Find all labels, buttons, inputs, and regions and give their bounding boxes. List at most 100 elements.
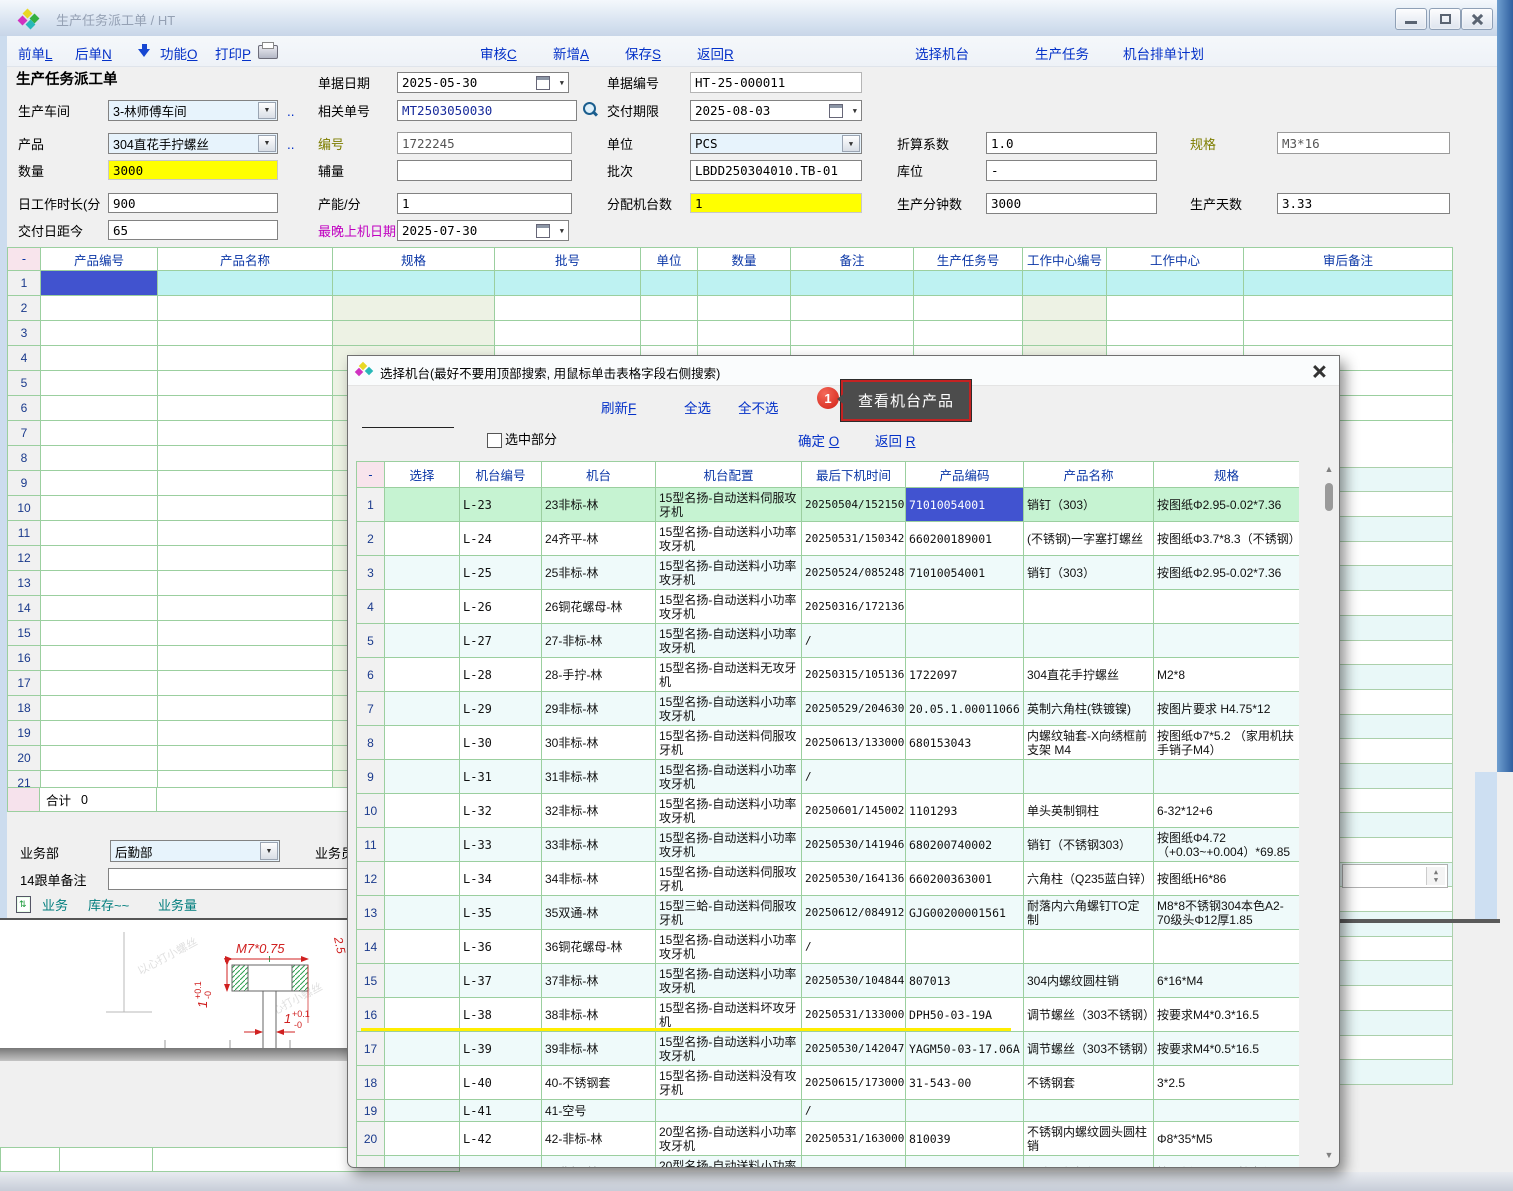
last-off-time[interactable]: 20250524/085248	[802, 556, 906, 590]
product-name[interactable]: 六角柱（Q235蓝白锌）	[1024, 862, 1154, 896]
machine-config[interactable]: 20型名扬-自动送料小功率攻牙机	[656, 1122, 802, 1156]
main-table-header[interactable]: 批号	[495, 248, 641, 271]
main-table-cell[interactable]	[791, 296, 914, 321]
spec[interactable]: 按图纸Φ2.95-0.02*7.36	[1154, 488, 1300, 522]
main-table-cell[interactable]	[641, 296, 698, 321]
main-table-cell[interactable]	[1107, 296, 1244, 321]
row-number[interactable]: 8	[8, 446, 41, 471]
main-table-cell[interactable]	[1023, 271, 1107, 296]
main-table-cell[interactable]	[41, 471, 158, 496]
main-table-header[interactable]: 审后备注	[1244, 248, 1453, 271]
product-code[interactable]: 1722097	[906, 658, 1024, 692]
machine-config[interactable]: 15型名扬-自动送料无攻牙机	[656, 658, 802, 692]
machine-config[interactable]: 15型名扬-自动送料小功率攻牙机	[656, 1032, 802, 1066]
main-table-header[interactable]: 数量	[698, 248, 791, 271]
main-table-cell[interactable]	[158, 496, 333, 521]
main-table-cell[interactable]	[158, 446, 333, 471]
main-table-cell[interactable]	[41, 571, 158, 596]
machine[interactable]: 28-手拧-林	[542, 658, 656, 692]
product-name[interactable]: 英制六角柱(铁镀镍)	[1024, 692, 1154, 726]
machine-table-header[interactable]: 机台	[542, 462, 656, 488]
code-input[interactable]: 1722245	[397, 132, 572, 154]
main-table-cell[interactable]	[698, 296, 791, 321]
product-name[interactable]: 调节螺丝（303不锈钢）	[1024, 1032, 1154, 1066]
machine-no[interactable]: L-26	[460, 590, 542, 624]
row-number[interactable]: 7	[357, 692, 385, 726]
toolbar-item-save[interactable]: 保存S	[625, 43, 661, 63]
main-table-cell[interactable]	[158, 421, 333, 446]
numeric-stepper[interactable]: ▲▼	[1342, 864, 1448, 888]
last-off-time[interactable]: 20250531/163000	[802, 1122, 906, 1156]
row-number[interactable]: 1	[357, 488, 385, 522]
machine-no[interactable]: L-28	[460, 658, 542, 692]
select-cell[interactable]	[385, 488, 460, 522]
qty-input[interactable]: 3000	[108, 160, 278, 180]
select-cell[interactable]	[385, 760, 460, 794]
machines-input[interactable]: 1	[690, 193, 862, 213]
main-table-cell[interactable]	[1244, 296, 1453, 321]
machine-config[interactable]: 15型名扬-自动送料伺服攻牙机	[656, 488, 802, 522]
spec[interactable]	[1154, 760, 1300, 794]
select-cell[interactable]	[385, 692, 460, 726]
machine-config[interactable]: 15型名扬-自动送料小功率攻牙机	[656, 794, 802, 828]
dept-select[interactable]: 后勤部 ▼	[110, 840, 280, 862]
factor-input[interactable]: 1.0	[986, 132, 1157, 154]
machine-no[interactable]: L-37	[460, 964, 542, 998]
select-cell[interactable]	[385, 862, 460, 896]
machine-config[interactable]: 15型名扬-自动送料伺服攻牙机	[656, 862, 802, 896]
product-code[interactable]: 810039	[906, 1122, 1024, 1156]
latest-start-input[interactable]: 2025-07-30 ▼	[397, 220, 569, 241]
select-cell[interactable]	[385, 998, 460, 1032]
select-none-button[interactable]: 全不选	[738, 397, 779, 417]
row-number[interactable]: 20	[357, 1122, 385, 1156]
machine-no[interactable]: L-36	[460, 930, 542, 964]
main-table-cell[interactable]	[158, 471, 333, 496]
machine-no[interactable]: L-25	[460, 556, 542, 590]
product-name[interactable]: (不锈钢)一字塞打螺丝	[1024, 522, 1154, 556]
row-number[interactable]: 7	[8, 421, 41, 446]
machine-no[interactable]: L-39	[460, 1032, 542, 1066]
work-minutes-input[interactable]: 900	[108, 193, 278, 213]
main-table-cell[interactable]	[1244, 321, 1453, 346]
spec[interactable]: 按图片要求 H4.75*12	[1154, 692, 1300, 726]
row-number[interactable]: 19	[357, 1100, 385, 1122]
toolbar-item-print[interactable]: 打印P	[215, 43, 251, 63]
machine[interactable]: 23非标-林	[542, 488, 656, 522]
row-number[interactable]: 8	[357, 726, 385, 760]
row-number[interactable]: 20	[8, 746, 41, 771]
toolbar-item-next-doc[interactable]: 后单N	[75, 43, 112, 63]
last-off-time[interactable]: 20250530/142047	[802, 1032, 906, 1066]
select-cell[interactable]	[385, 522, 460, 556]
select-cell[interactable]	[385, 1156, 460, 1168]
product-code[interactable]: 680152943	[906, 1156, 1024, 1168]
main-table-cell[interactable]	[641, 321, 698, 346]
product-code[interactable]: GJG00200001561	[906, 896, 1024, 930]
toolbar-item-select-machine[interactable]: 选择机台	[915, 43, 969, 63]
spec[interactable]	[1154, 1100, 1300, 1122]
machine-config[interactable]: 15型名扬-自动送料小功率攻牙机	[656, 964, 802, 998]
calendar-icon[interactable]	[536, 224, 550, 238]
main-table-cell[interactable]	[41, 521, 158, 546]
doc-no-input[interactable]: HT-25-000011	[690, 72, 862, 93]
last-off-time[interactable]: /	[802, 760, 906, 794]
toolbar-item-audit[interactable]: 审核C	[480, 43, 517, 63]
main-table-cell[interactable]	[158, 646, 333, 671]
row-number[interactable]: 21	[357, 1156, 385, 1168]
product-code[interactable]: 71010054001	[906, 556, 1024, 590]
select-cell[interactable]	[385, 1066, 460, 1100]
row-number[interactable]: 15	[8, 621, 41, 646]
last-off-time[interactable]: 20250530/164136	[802, 862, 906, 896]
days-to-delivery-input[interactable]: 65	[108, 220, 278, 240]
machine[interactable]: 39非标-林	[542, 1032, 656, 1066]
product-code[interactable]: 71010054001	[906, 488, 1024, 522]
main-table-header[interactable]: 产品编号	[41, 248, 158, 271]
main-table-cell[interactable]	[41, 421, 158, 446]
chevron-down-icon[interactable]: ▼	[260, 842, 278, 860]
product-code[interactable]: 660200189001	[906, 522, 1024, 556]
capacity-input[interactable]: 1	[397, 193, 572, 214]
select-cell[interactable]	[385, 930, 460, 964]
last-off-time[interactable]: /	[802, 1100, 906, 1122]
main-table-cell[interactable]	[158, 721, 333, 746]
main-table-cell[interactable]	[41, 746, 158, 771]
last-off-time[interactable]: 20250530/141946	[802, 828, 906, 862]
